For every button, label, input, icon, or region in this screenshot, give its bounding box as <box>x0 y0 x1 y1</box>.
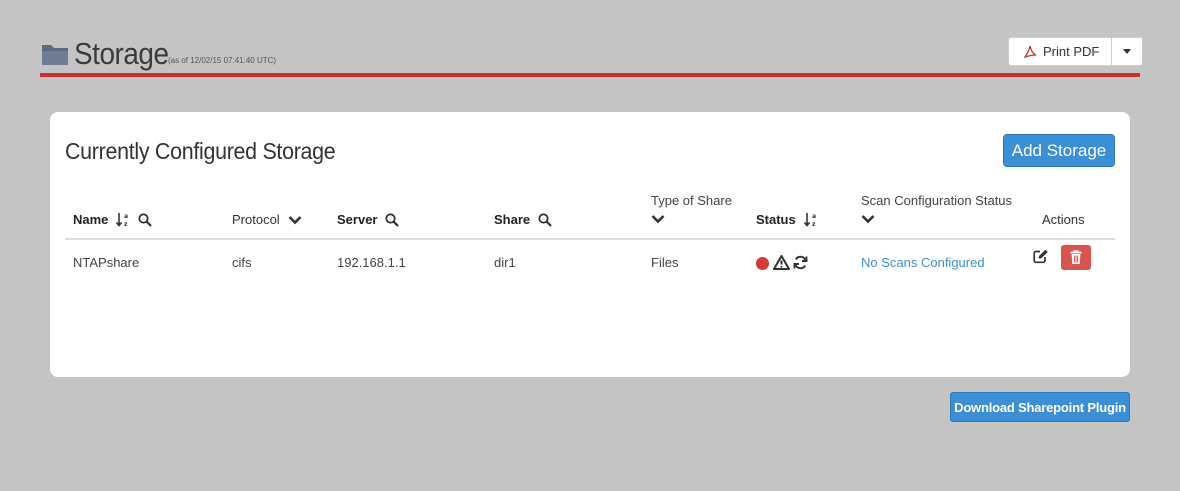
print-pdf-button[interactable]: Print PDF <box>1009 38 1113 65</box>
search-icon[interactable] <box>385 212 400 227</box>
panel-title: Currently Configured Storage <box>65 138 336 164</box>
sort-alpha-icon[interactable]: a z <box>803 212 818 227</box>
col-share-label: Share <box>494 212 531 227</box>
col-header-type: Type of Share <box>651 193 732 227</box>
col-protocol-label: Protocol <box>232 212 280 227</box>
edit-icon[interactable] <box>1033 249 1049 264</box>
page-timestamp: (as of 12/02/15 07:41:40 UTC) <box>168 56 277 65</box>
pdf-icon <box>1023 45 1037 58</box>
svg-text:z: z <box>812 221 816 227</box>
col-status-label: Status <box>756 212 796 227</box>
header-divider <box>65 238 1115 240</box>
col-header-actions: Actions <box>1042 212 1085 227</box>
search-icon[interactable] <box>138 212 153 227</box>
cell-name: NTAPshare <box>73 255 140 270</box>
cell-type: Files <box>651 255 679 270</box>
trash-icon <box>1070 250 1082 264</box>
col-header-scan: Scan Configuration Status <box>861 193 1012 227</box>
chevron-down-icon[interactable] <box>288 215 302 225</box>
col-type-label: Type of Share <box>651 193 732 208</box>
red-dot-icon <box>756 257 769 270</box>
cell-share: dir1 <box>494 255 516 270</box>
delete-button[interactable] <box>1061 245 1091 270</box>
svg-text:a: a <box>124 213 128 220</box>
svg-text:a: a <box>812 213 816 220</box>
folder-icon <box>42 45 68 65</box>
sort-alpha-icon[interactable]: a z <box>116 212 130 227</box>
refresh-icon[interactable] <box>793 255 808 270</box>
col-header-name: Name a z <box>73 212 153 227</box>
download-sharepoint-plugin-button[interactable]: Download Sharepoint Plugin <box>950 392 1130 422</box>
print-pdf-group: Print PDF <box>1008 37 1144 66</box>
cell-server: 192.168.1.1 <box>337 255 406 270</box>
col-actions-label: Actions <box>1042 212 1085 227</box>
no-scans-link[interactable]: No Scans Configured <box>861 255 985 270</box>
col-header-status: Status a z <box>756 212 818 227</box>
page-header: Storage (as of 12/02/15 07:41:40 UTC) <box>40 34 1140 77</box>
col-server-label: Server <box>337 212 378 227</box>
print-pdf-label: Print PDF <box>1043 44 1100 59</box>
cell-protocol: cifs <box>232 255 252 270</box>
col-header-protocol: Protocol <box>232 212 302 227</box>
col-name-label: Name <box>73 212 109 227</box>
add-storage-button[interactable]: Add Storage <box>1003 134 1115 167</box>
chevron-down-icon[interactable] <box>861 214 875 224</box>
storage-panel: Currently Configured Storage Add Storage… <box>50 112 1130 377</box>
col-header-share: Share <box>494 212 552 227</box>
caret-down-icon <box>1123 49 1132 54</box>
svg-text:z: z <box>124 221 128 227</box>
page-title: Storage <box>74 36 169 71</box>
col-header-server: Server <box>337 212 400 227</box>
print-options-dropdown[interactable] <box>1112 38 1142 65</box>
warning-icon <box>773 255 790 270</box>
search-icon[interactable] <box>538 212 552 227</box>
cell-scan: No Scans Configured <box>861 255 985 270</box>
chevron-down-icon[interactable] <box>651 214 665 224</box>
col-scan-label: Scan Configuration Status <box>861 193 1013 208</box>
